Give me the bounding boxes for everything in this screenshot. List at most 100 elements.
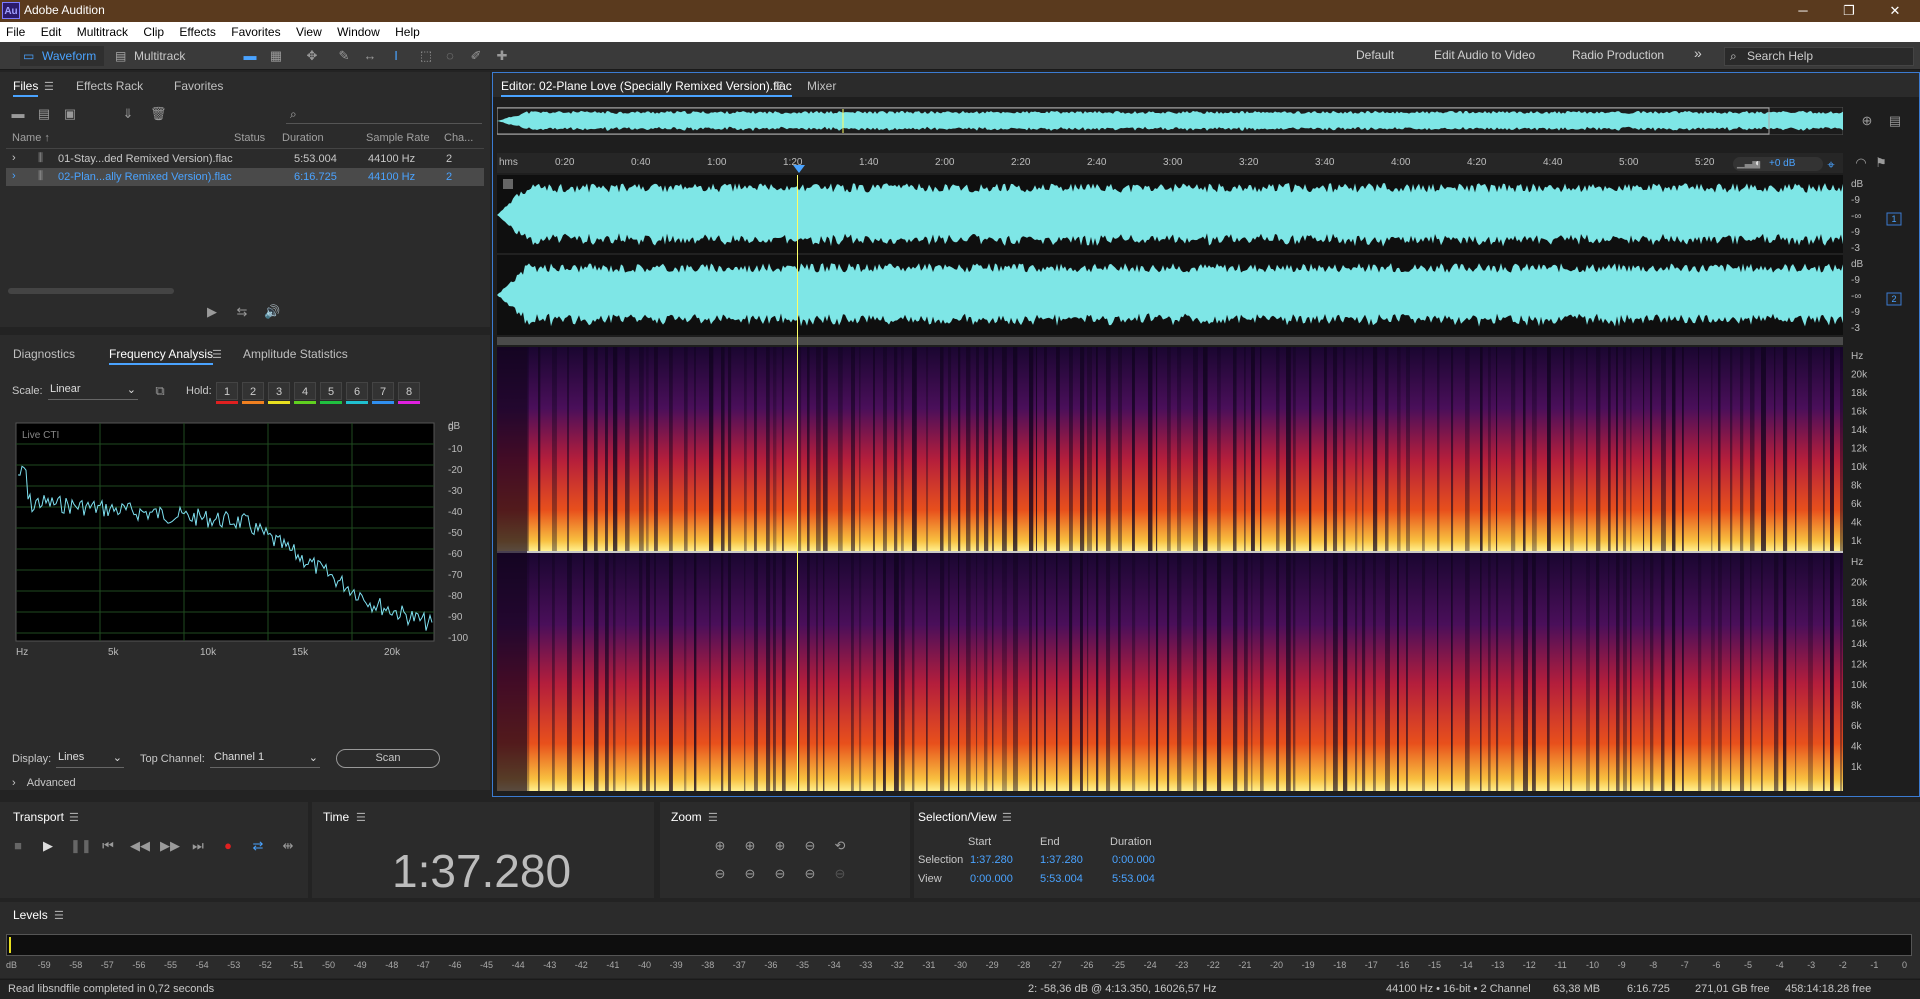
waveform-view-icon[interactable]: ▬ xyxy=(242,48,258,64)
current-time-display[interactable]: 1:37.280 xyxy=(392,844,571,898)
expand-icon[interactable]: › xyxy=(12,170,16,182)
autoplay-icon[interactable]: 🔊 xyxy=(264,304,280,320)
zoom-in-amplitude-icon[interactable]: ⊕ xyxy=(712,838,728,854)
pin-icon[interactable]: ⌖ xyxy=(1823,157,1839,173)
scale-dropdown[interactable]: Linear ⌄ xyxy=(48,383,138,400)
pause-icon[interactable]: ❚❚ xyxy=(70,838,92,854)
more-workspaces-icon[interactable]: » xyxy=(1694,45,1702,61)
playhead-handle[interactable] xyxy=(793,165,805,173)
top-channel-dropdown[interactable]: Channel 1 ⌄ xyxy=(210,751,320,768)
tab-files[interactable]: Files xyxy=(13,79,39,97)
zoom-reset-icon[interactable]: ⟲ xyxy=(832,838,848,854)
zoom-out-full-icon[interactable]: ⊖ xyxy=(802,838,818,854)
menu-window[interactable]: Window xyxy=(331,22,386,42)
spot-healing-tool-icon[interactable]: ✚ xyxy=(494,48,510,64)
panel-menu-icon[interactable]: ☰ xyxy=(774,80,784,93)
workspace-radio-production[interactable]: Radio Production xyxy=(1572,48,1664,62)
view-end[interactable]: 5:53.004 xyxy=(1040,873,1083,885)
panel-menu-icon[interactable]: ☰ xyxy=(1002,811,1012,824)
workspace-default[interactable]: Default xyxy=(1356,48,1394,62)
menu-view[interactable]: View xyxy=(290,22,328,42)
time-ruler[interactable]: hms 0:20 0:40 1:00 1:20 1:40 2:00 2:20 2:40 3:00 3… xyxy=(497,153,1843,173)
zoom-out-amplitude-2-icon[interactable]: ⊖ xyxy=(712,866,728,882)
minimize-button[interactable]: ─ xyxy=(1780,0,1826,22)
loop-preview-icon[interactable]: ⇆ xyxy=(234,304,250,320)
advanced-expander[interactable]: › Advanced xyxy=(12,777,76,789)
column-channels[interactable]: Cha... xyxy=(444,132,473,144)
zoom-out-time-icon[interactable]: ⊖ xyxy=(742,866,758,882)
menu-favorites[interactable]: Favorites xyxy=(225,22,286,42)
waveform-mode-button[interactable]: ▭ Waveform xyxy=(20,46,104,66)
panel-options-icon[interactable]: ▤ xyxy=(1887,113,1903,129)
horizontal-scrollbar[interactable] xyxy=(8,288,174,294)
hold-button-6[interactable]: 6 xyxy=(346,382,368,400)
selection-end[interactable]: 1:37.280 xyxy=(1040,854,1083,866)
menu-file[interactable]: File xyxy=(0,22,31,42)
view-divider[interactable] xyxy=(497,337,1843,345)
scan-button[interactable]: Scan xyxy=(336,749,440,768)
menu-multitrack[interactable]: Multitrack xyxy=(71,22,134,42)
hold-button-5[interactable]: 5 xyxy=(320,382,342,400)
fast-forward-icon[interactable]: ▶▶ xyxy=(160,838,180,854)
time-selection-tool-icon[interactable]: I xyxy=(388,48,404,64)
workspace-edit-audio-to-video[interactable]: Edit Audio to Video xyxy=(1434,48,1535,62)
waveform-display[interactable] xyxy=(497,175,1843,335)
rewind-icon[interactable]: ◀◀ xyxy=(130,838,150,854)
insert-icon[interactable]: ⇓ xyxy=(120,106,136,122)
hold-button-4[interactable]: 4 xyxy=(294,382,316,400)
selection-start[interactable]: 1:37.280 xyxy=(970,854,1013,866)
close-button[interactable]: ✕ xyxy=(1872,0,1918,22)
tab-favorites[interactable]: Favorites xyxy=(174,79,223,93)
tab-frequency-analysis[interactable]: Frequency Analysis xyxy=(109,347,214,365)
zoom-nav-icon[interactable]: ⊕ xyxy=(1859,113,1875,129)
file-row-selected[interactable]: › ⫼ 02-Plan...ally Remixed Version).flac… xyxy=(6,168,484,186)
column-duration[interactable]: Duration xyxy=(282,132,324,144)
expand-icon[interactable]: › xyxy=(12,152,16,164)
panel-menu-icon[interactable]: ☰ xyxy=(212,348,222,361)
skip-selection-icon[interactable]: ⇹ xyxy=(280,838,296,854)
move-tool-icon[interactable]: ✥ xyxy=(304,48,320,64)
play-preview-icon[interactable]: ▶ xyxy=(204,304,220,320)
import-file-icon[interactable]: ▤ xyxy=(36,106,52,122)
headphones-icon[interactable]: ◠ xyxy=(1853,155,1869,171)
files-search-input[interactable]: ⌕ xyxy=(286,106,482,124)
panel-menu-icon[interactable]: ☰ xyxy=(54,909,64,922)
go-to-end-icon[interactable]: ⏭ xyxy=(190,838,206,854)
zoom-out-amplitude-icon[interactable]: ⊕ xyxy=(742,838,758,854)
multitrack-mode-button[interactable]: ▤ Multitrack xyxy=(112,46,192,66)
column-name[interactable]: Name ↑ xyxy=(12,132,50,144)
hold-button-2[interactable]: 2 xyxy=(242,382,264,400)
record-icon[interactable]: ● xyxy=(220,838,236,854)
brush-tool-icon[interactable]: ✐ xyxy=(468,48,484,64)
open-file-icon[interactable]: ▬ xyxy=(10,106,26,122)
delete-icon[interactable]: 🗑 xyxy=(150,106,167,122)
overview-waveform[interactable] xyxy=(497,107,1843,135)
display-dropdown[interactable]: Lines ⌄ xyxy=(56,751,124,768)
panel-menu-icon[interactable]: ☰ xyxy=(69,811,79,824)
slip-tool-icon[interactable]: ↔ xyxy=(362,48,378,64)
marker-icon[interactable]: ⚑ xyxy=(1873,155,1889,171)
hud-gain[interactable]: ▁▃▅ ◐ +0 dB xyxy=(1733,157,1823,171)
file-row[interactable]: › ⫼ 01-Stay...ded Remixed Version).flac … xyxy=(6,150,484,168)
menu-clip[interactable]: Clip xyxy=(137,22,170,42)
column-sample-rate[interactable]: Sample Rate xyxy=(366,132,430,144)
tab-effects-rack[interactable]: Effects Rack xyxy=(76,79,143,93)
panel-menu-icon[interactable]: ☰ xyxy=(356,811,366,824)
zoom-to-selection-icon[interactable]: ⊖ xyxy=(802,866,818,882)
menu-edit[interactable]: Edit xyxy=(35,22,68,42)
marquee-tool-icon[interactable]: ⬚ xyxy=(418,48,434,64)
tab-editor[interactable]: Editor: 02-Plane Love (Specially Remixed… xyxy=(501,79,792,97)
play-icon[interactable]: ▶ xyxy=(40,838,56,854)
maximize-button[interactable]: ❐ xyxy=(1826,0,1872,22)
lasso-tool-icon[interactable]: ◌ xyxy=(442,48,458,64)
tab-amplitude-statistics[interactable]: Amplitude Statistics xyxy=(243,347,348,361)
hold-button-8[interactable]: 8 xyxy=(398,382,420,400)
loop-icon[interactable]: ⇄ xyxy=(250,838,266,854)
go-to-start-icon[interactable]: ⏮ xyxy=(100,838,116,854)
hold-button-1[interactable]: 1 xyxy=(216,382,238,400)
panel-menu-icon[interactable]: ☰ xyxy=(708,811,718,824)
view-duration[interactable]: 5:53.004 xyxy=(1112,873,1155,885)
spectral-view-icon[interactable]: ▦ xyxy=(268,48,284,64)
snapshot-icon[interactable]: ⧉ xyxy=(152,383,168,399)
selection-duration[interactable]: 0:00.000 xyxy=(1112,854,1155,866)
